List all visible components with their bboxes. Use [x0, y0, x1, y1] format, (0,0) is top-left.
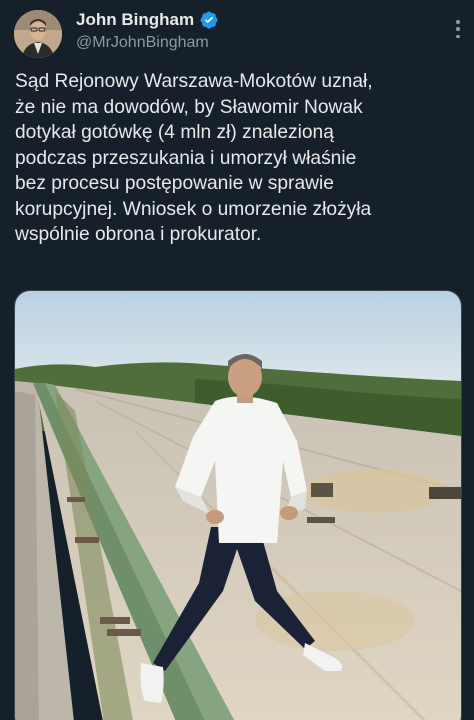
tweet-photo[interactable]: [14, 290, 462, 720]
avatar[interactable]: [14, 10, 62, 58]
more-options-icon[interactable]: [456, 20, 460, 38]
avatar-image: [14, 10, 62, 58]
photo-man-on-bridge-deck: [15, 291, 461, 720]
verified-badge-icon: [200, 11, 218, 29]
author-display-name[interactable]: John Bingham: [76, 10, 194, 30]
author-name-row: John Bingham: [76, 10, 219, 30]
tweet-text: Sąd Rejonowy Warszawa-Mokotów uznał, że …: [15, 71, 373, 245]
author-handle[interactable]: @MrJohnBingham: [76, 34, 209, 52]
tweet-card[interactable]: John Bingham @MrJohnBingham Sąd Rejonowy…: [0, 0, 474, 720]
